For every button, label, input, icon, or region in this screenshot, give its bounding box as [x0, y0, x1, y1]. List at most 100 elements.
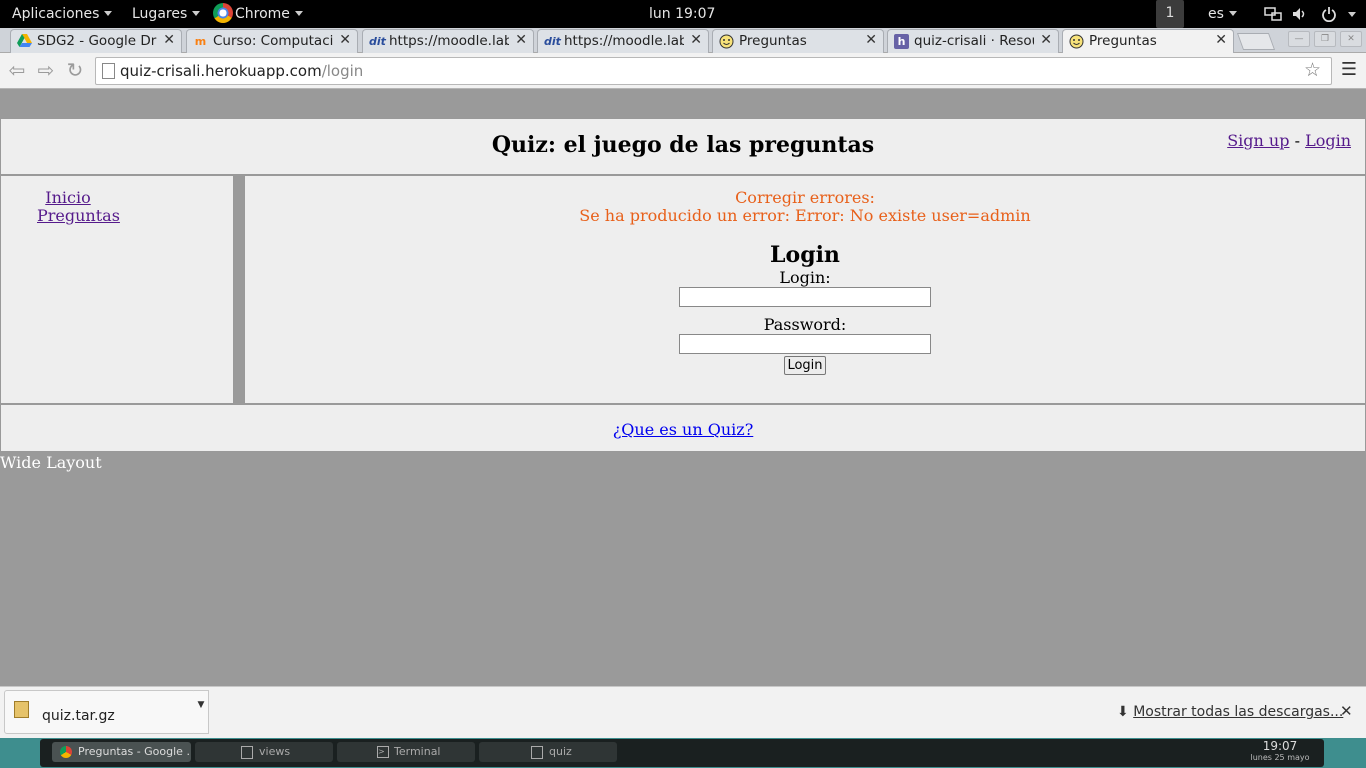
chrome-menu-button[interactable]: ☰ — [1340, 61, 1358, 79]
hamburger-icon: ☰ — [1340, 59, 1358, 80]
keyboard-layout-label: es — [1208, 6, 1224, 22]
login-heading: Login — [770, 242, 840, 268]
url-domain: quiz-crisali.herokuapp.com — [120, 62, 322, 80]
arrow-left-icon: ⇦ — [8, 58, 26, 82]
signup-link[interactable]: Sign up — [1227, 131, 1289, 150]
close-icon[interactable]: ✕ — [865, 32, 877, 48]
error-heading: Corregir errores: — [735, 188, 875, 207]
workspace-indicator[interactable]: 1 — [1156, 0, 1184, 28]
applications-menu[interactable]: Aplicaciones — [12, 0, 113, 28]
download-filename: quiz.tar.gz — [42, 708, 115, 724]
auth-separator: - — [1294, 131, 1300, 150]
system-top-bar: Aplicaciones Lugares Chrome lun 19:07 1 … — [0, 0, 1366, 28]
task-views[interactable]: views — [195, 742, 333, 762]
task-chrome[interactable]: Preguntas - Google ... — [52, 742, 191, 762]
download-options-button[interactable]: ▼ — [194, 690, 209, 734]
chrome-icon — [60, 746, 72, 758]
clock[interactable]: lun 19:07 — [649, 0, 715, 28]
login-field[interactable] — [679, 287, 931, 307]
tab-moodle-2[interactable]: dit https://moodle.lab.dit.upm.es ✕ — [537, 29, 709, 53]
task-terminal[interactable]: > Terminal — [337, 742, 475, 762]
task-label: quiz — [549, 745, 572, 758]
page-icon — [102, 63, 115, 79]
back-button[interactable]: ⇦ — [6, 59, 28, 81]
nav-inicio-link[interactable]: Inicio — [45, 188, 90, 207]
bookmark-star-icon[interactable]: ☆ — [1304, 59, 1321, 81]
heroku-icon: h — [894, 34, 909, 49]
places-menu[interactable]: Lugares — [132, 0, 201, 28]
chrome-icon — [213, 3, 233, 23]
network-icon[interactable] — [1264, 6, 1282, 26]
new-tab-button[interactable] — [1236, 33, 1276, 50]
login-form: Login Login: Password: Login — [245, 242, 1365, 375]
chevron-down-icon: ▼ — [197, 700, 205, 710]
taskbar-clock[interactable]: 19:07 lunes 25 mayo — [1240, 740, 1320, 763]
chevron-down-icon — [1228, 11, 1237, 16]
password-field-label: Password: — [763, 315, 847, 334]
close-window-button[interactable]: ✕ — [1340, 31, 1362, 47]
forward-button[interactable]: ⇨ — [35, 59, 57, 81]
archive-file-icon — [14, 701, 29, 718]
close-icon[interactable]: ✕ — [1040, 32, 1052, 48]
tab-curso[interactable]: m Curso: Computación ✕ — [186, 29, 358, 53]
moodle-course-icon: m — [194, 35, 207, 48]
dit-icon: dit — [544, 35, 561, 48]
close-icon[interactable]: ✕ — [163, 32, 175, 48]
download-shelf: quiz.tar.gz ▼ ⬇ Mostrar todas las descar… — [0, 686, 1366, 739]
taskbar-time: 19:07 — [1262, 739, 1298, 753]
close-download-shelf-button[interactable]: ✕ — [1340, 702, 1353, 720]
login-field-label: Login: — [779, 268, 831, 287]
url-path: /login — [321, 62, 364, 80]
volume-icon[interactable] — [1292, 6, 1308, 26]
close-icon[interactable]: ✕ — [690, 32, 702, 48]
login-link[interactable]: Login — [1305, 131, 1351, 150]
task-label: views — [259, 745, 291, 758]
keyboard-layout-menu[interactable]: es — [1208, 0, 1237, 28]
chevron-down-icon[interactable] — [1348, 12, 1356, 17]
chevron-down-icon — [294, 11, 303, 16]
power-icon[interactable] — [1321, 6, 1337, 26]
tab-heroku[interactable]: h quiz-crisali · Resources ✕ — [887, 29, 1059, 53]
show-all-downloads-label: Mostrar todas las descargas... — [1133, 704, 1344, 720]
error-box: Corregir errores: Se ha producido un err… — [245, 189, 1365, 225]
file-manager-icon — [531, 746, 543, 759]
taskbar: Preguntas - Google ... views > Terminal … — [0, 738, 1366, 768]
close-icon[interactable]: ✕ — [339, 32, 351, 48]
main-content: Corregir errores: Se ha producido un err… — [244, 175, 1366, 404]
login-submit-button[interactable]: Login — [784, 356, 826, 375]
nav-preguntas-link[interactable]: Preguntas — [37, 206, 120, 225]
smiley-icon — [719, 34, 734, 49]
page-footer: ¿Que es un Quiz? — [0, 404, 1366, 452]
auth-links: Sign up - Login — [1227, 131, 1351, 150]
maximize-button[interactable]: ❐ — [1314, 31, 1336, 47]
minimize-button[interactable]: — — [1288, 31, 1310, 47]
download-item[interactable]: quiz.tar.gz — [4, 690, 196, 734]
taskbar-window-list: Preguntas - Google ... views > Terminal … — [40, 739, 1324, 767]
tab-preguntas-1[interactable]: Preguntas ✕ — [712, 29, 884, 53]
smiley-icon — [1069, 34, 1084, 49]
tab-title: Preguntas — [739, 33, 807, 49]
show-all-downloads-link[interactable]: ⬇ Mostrar todas las descargas... — [1117, 704, 1343, 720]
tab-title: https://moodle.lab.dit.upm.es — [389, 33, 509, 49]
reload-button[interactable]: ↻ — [64, 59, 86, 81]
close-icon[interactable]: ✕ — [515, 32, 527, 48]
places-menu-label: Lugares — [132, 6, 188, 22]
browser-toolbar: ⇦ ⇨ ↻ quiz-crisali.herokuapp.com/login ☆… — [0, 53, 1366, 89]
tab-google-drive[interactable]: SDG2 - Google Drive ✕ — [10, 29, 182, 53]
task-quiz[interactable]: quiz — [479, 742, 617, 762]
file-manager-icon — [241, 746, 253, 759]
url-text: quiz-crisali.herokuapp.com/login — [120, 62, 363, 80]
tab-preguntas-active[interactable]: Preguntas ✕ — [1062, 29, 1234, 53]
terminal-icon: > — [377, 746, 389, 758]
chrome-app-menu[interactable]: Chrome — [213, 0, 303, 28]
address-bar[interactable]: quiz-crisali.herokuapp.com/login ☆ — [95, 57, 1332, 85]
applications-menu-label: Aplicaciones — [12, 6, 100, 22]
close-icon[interactable]: ✕ — [1215, 32, 1227, 48]
password-field[interactable] — [679, 334, 931, 354]
chevron-down-icon — [192, 11, 201, 16]
que-es-quiz-link[interactable]: ¿Que es un Quiz? — [613, 420, 754, 439]
page-header: Quiz: el juego de las preguntas Sign up … — [0, 118, 1366, 175]
tab-strip: SDG2 - Google Drive ✕ m Curso: Computaci… — [0, 28, 1366, 53]
tab-moodle-1[interactable]: dit https://moodle.lab.dit.upm.es ✕ — [362, 29, 534, 53]
error-message: Se ha producido un error: Error: No exis… — [579, 206, 1031, 225]
